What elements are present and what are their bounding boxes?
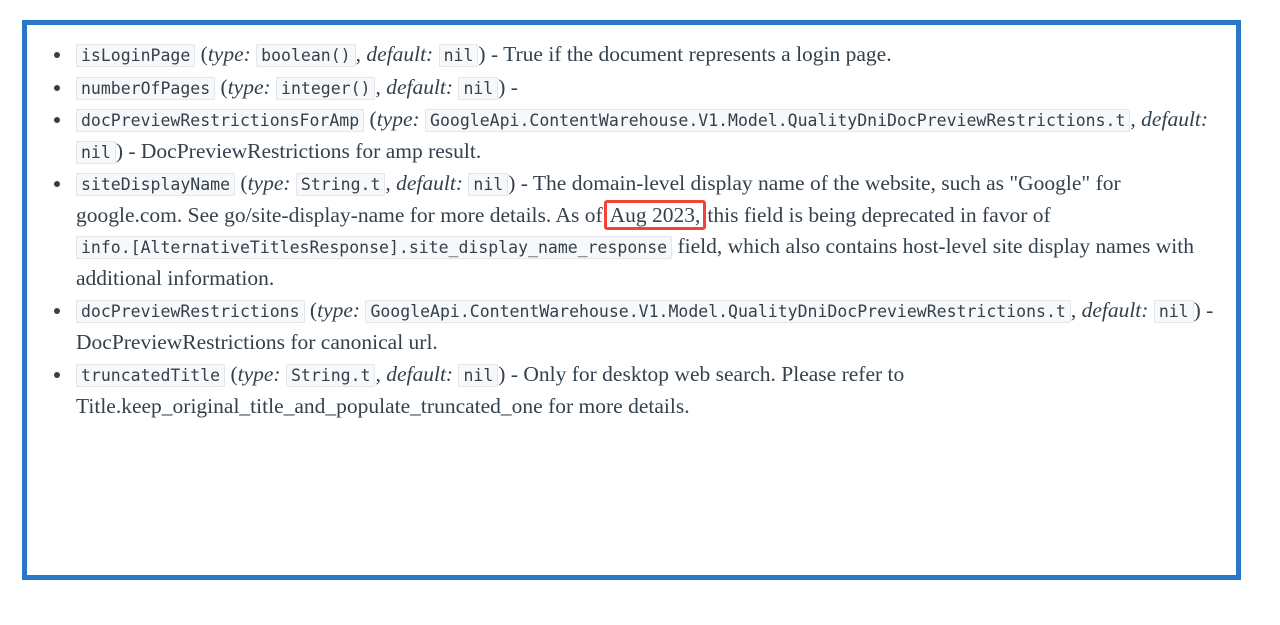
field-name: numberOfPages xyxy=(76,76,216,100)
field-type: GoogleApi.ContentWarehouse.V1.Model.Qual… xyxy=(365,300,1071,323)
field-type: String.t xyxy=(295,173,386,196)
type-label: type: xyxy=(237,362,281,386)
bullet-icon xyxy=(54,52,60,58)
close-paren: ) xyxy=(498,362,506,386)
list-item: numberOfPages (type: integer(), default:… xyxy=(45,72,1220,104)
dash-separator: - xyxy=(1206,298,1214,322)
highlight-annotation: Aug 2023, xyxy=(603,199,707,230)
field-default: nil xyxy=(468,173,509,196)
close-paren: ) xyxy=(498,74,506,99)
list-item: truncatedTitle (type: String.t, default:… xyxy=(45,359,1220,422)
close-paren: ) xyxy=(508,171,516,195)
field-description: True if the document represents a login … xyxy=(503,42,892,66)
type-label: type: xyxy=(207,42,251,66)
field-type: boolean() xyxy=(256,44,356,67)
field-type: GoogleApi.ContentWarehouse.V1.Model.Qual… xyxy=(425,109,1131,132)
field-description: DocPreviewRestrictions for amp result. xyxy=(140,138,482,163)
default-label: default: xyxy=(386,362,454,386)
type-label: type: xyxy=(376,107,420,131)
documentation-panel: isLoginPage (type: boolean(), default: n… xyxy=(22,20,1241,580)
field-default: nil xyxy=(438,44,479,67)
field-description: DocPreviewRestrictions for canonical url… xyxy=(76,329,438,354)
close-paren: ) xyxy=(115,138,123,163)
field-type: integer() xyxy=(276,76,376,100)
bullet-icon xyxy=(54,84,60,91)
type-label: type: xyxy=(227,74,271,99)
inline-code-reference: info.[AlternativeTitlesResponse].site_di… xyxy=(76,236,673,259)
dash-separator: - xyxy=(128,138,136,163)
comma: , xyxy=(385,171,391,195)
open-paren: ( xyxy=(230,362,238,386)
close-paren: ) xyxy=(478,42,486,66)
field-default: nil xyxy=(458,76,499,100)
field-default: nil xyxy=(458,364,499,387)
comma: , xyxy=(375,362,381,386)
field-name: docPreviewRestrictions xyxy=(76,300,305,323)
open-paren: ( xyxy=(369,107,377,131)
field-name: truncatedTitle xyxy=(76,364,226,387)
field-definition-list: isLoginPage (type: boolean(), default: n… xyxy=(27,25,1236,433)
field-name: isLoginPage xyxy=(76,44,196,67)
comma: , xyxy=(375,74,381,99)
open-paren: ( xyxy=(200,42,208,66)
comma: , xyxy=(355,42,361,66)
list-item: siteDisplayName (type: String.t, default… xyxy=(45,168,1220,294)
comma: , xyxy=(1070,298,1077,322)
default-label: default: xyxy=(366,42,434,66)
field-name: docPreviewRestrictionsForAmp xyxy=(76,109,365,132)
list-item: isLoginPage (type: boolean(), default: n… xyxy=(45,39,1220,71)
default-label: default: xyxy=(1081,298,1149,322)
dash-separator: - xyxy=(510,74,518,99)
default-label: default: xyxy=(386,74,454,99)
list-item: docPreviewRestrictionsForAmp (type: Goog… xyxy=(45,104,1220,167)
dash-separator: - xyxy=(490,42,499,66)
type-label: type: xyxy=(247,171,291,195)
dash-separator: - xyxy=(510,362,518,386)
list-item: docPreviewRestrictions (type: GoogleApi.… xyxy=(45,295,1220,358)
field-type: String.t xyxy=(285,364,376,387)
comma: , xyxy=(1130,107,1136,131)
field-default: nil xyxy=(76,140,116,164)
field-name: siteDisplayName xyxy=(76,173,236,196)
close-paren: ) xyxy=(1193,298,1201,322)
default-label: default: xyxy=(396,171,464,195)
field-description-part2: this field is being deprecated in favor … xyxy=(707,202,1051,227)
bullet-icon xyxy=(54,117,60,123)
type-label: type: xyxy=(317,298,361,322)
bullet-icon xyxy=(54,308,60,314)
default-label: default: xyxy=(1141,107,1209,131)
open-paren: ( xyxy=(220,74,228,99)
dash-separator: - xyxy=(520,171,528,195)
bullet-icon xyxy=(54,181,60,187)
open-paren: ( xyxy=(240,171,248,195)
field-default: nil xyxy=(1153,300,1194,323)
bullet-icon xyxy=(54,372,60,378)
